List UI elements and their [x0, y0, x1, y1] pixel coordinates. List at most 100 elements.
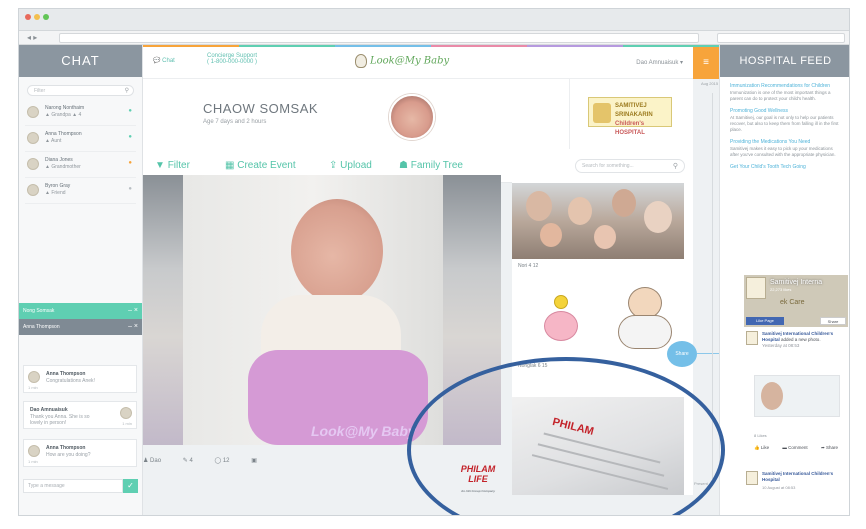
close-dot[interactable] — [25, 14, 31, 20]
user-dropdown[interactable]: Dao Amnuaisuk ▾ — [636, 59, 683, 66]
fb-share-button[interactable]: ➦ Share — [821, 445, 844, 450]
chat-nav-link[interactable]: 💬 Chat — [153, 57, 175, 64]
app-logo[interactable]: Look@My Baby — [355, 54, 449, 68]
chat-message: Anna Thompson How are you doing? 1 min — [23, 439, 137, 467]
fb-post-action: added a new photo. — [781, 337, 821, 342]
share-bubble[interactable]: Share — [667, 341, 697, 367]
concierge-phone: ( 1-800-000-0000 ) — [207, 59, 258, 65]
chat-search-input[interactable]: Filter ⚲ — [27, 85, 134, 96]
image-icon[interactable]: ▣ — [251, 458, 257, 464]
family-photo-meta: Nori 4 12 — [518, 263, 539, 269]
browser-search-field[interactable] — [717, 33, 845, 43]
window-controls-icon[interactable]: – × — [128, 303, 138, 319]
feed-article[interactable]: Promoting Good Wellness At Samitivej, ou… — [730, 108, 841, 133]
fb-post-author[interactable]: Samitivej International Children's Hospi… — [762, 471, 846, 483]
baby-profile-header: CHAOW SOMSAK Age 7 days and 2 hours — [143, 79, 569, 149]
fb-post-image[interactable] — [754, 375, 840, 417]
create-event-button[interactable]: ▦ Create Event — [225, 160, 296, 171]
message-text: Thank you Anna. She is so lovely in pers… — [30, 414, 90, 426]
pig-icon — [544, 311, 578, 341]
filter-button[interactable]: ▼ Filter — [155, 160, 190, 171]
avatar — [120, 407, 132, 419]
like-count[interactable]: ✎ 4 — [183, 458, 203, 464]
family-photo[interactable] — [512, 183, 684, 259]
avatar — [27, 132, 39, 144]
message-author: Dao Amnuaisuk — [30, 407, 68, 413]
chat-window-bar[interactable]: Anna Thompson – × — [19, 319, 142, 335]
message-time: 1 min — [28, 385, 38, 390]
baby-age: Age 7 days and 2 hours — [203, 119, 267, 125]
author-name: Dao — [150, 458, 162, 464]
post-search-input[interactable]: Search for something... ⚲ — [575, 159, 685, 173]
chat-message: Dao Amnuaisuk Thank you Anna. She is so … — [23, 401, 137, 429]
contact-relation: ▲ Grandpa ▲ 4 — [45, 112, 82, 118]
logo-text: Look@My Baby — [370, 55, 450, 67]
avatar — [27, 106, 39, 118]
contact-name: Narong Nonthaim — [45, 105, 85, 111]
photo-author[interactable]: ♟ Dao — [143, 458, 171, 464]
coin-icon — [554, 295, 568, 309]
fb-post-text: Samitivej International Children's Hospi… — [762, 331, 846, 349]
contact-item[interactable]: Narong Nonthaim ▲ Grandpa ▲ 4 ● — [25, 100, 136, 126]
avatar — [746, 471, 758, 485]
calendar-icon: ▦ — [225, 160, 238, 171]
contact-item[interactable]: Diana Jones ▲ Grandmother ● — [25, 152, 136, 178]
top-nav: 💬 Chat Concierge Support ( 1-800-000-000… — [143, 47, 693, 79]
baby-avatar[interactable] — [389, 94, 435, 140]
face — [540, 223, 562, 247]
feed-article[interactable]: Get Your Child's Tooth Tech Going — [730, 164, 841, 170]
avatar — [27, 184, 39, 196]
face — [761, 382, 783, 410]
concierge-support-link[interactable]: Concierge Support ( 1-800-000-0000 ) — [207, 53, 257, 65]
share-page-button[interactable]: Share — [820, 317, 846, 325]
status-dot-icon: ● — [128, 108, 132, 114]
status-dot-icon: ● — [128, 186, 132, 192]
message-text: How are you doing? — [46, 452, 91, 458]
chat-message-input[interactable]: Type a message — [23, 479, 123, 493]
hospital-feed-panel: HOSPITAL FEED Immunization Recommendatio… — [719, 45, 849, 515]
family-tree-button[interactable]: ☗ Family Tree — [399, 160, 463, 171]
contact-name: Byron Gray — [45, 183, 71, 189]
hospital-logo[interactable]: SAMITIVEJ SRINAKARIN Children's HOSPITAL — [588, 97, 672, 136]
comment-count[interactable]: ◯ 12 — [214, 458, 239, 464]
upload-button[interactable]: ⇪ Upload — [329, 160, 372, 171]
search-icon: ⚲ — [124, 88, 129, 94]
facebook-page-widget[interactable]: Samitivej Interna 22,273 likes ek Care L… — [744, 275, 848, 327]
menu-button[interactable]: ≡ — [693, 47, 719, 79]
maximize-dot[interactable] — [43, 14, 49, 20]
like-value: 4 — [189, 458, 193, 464]
hospital-name-line3: HOSPITAL — [615, 130, 645, 136]
fb-post-stats: 8 Likes — [754, 433, 767, 438]
comment-value: 12 — [222, 458, 230, 464]
fb-like-button[interactable]: 👍 Like — [754, 445, 775, 450]
contact-item[interactable]: Anna Thompson ▲ Aunt ● — [25, 126, 136, 152]
message-time: 1 min — [122, 421, 132, 426]
hospital-name-line1: SAMITIVEJ SRINAKARIN — [615, 103, 653, 118]
like-page-button[interactable]: Like Page — [746, 317, 784, 325]
fb-comment-button[interactable]: ▬ Comment — [782, 445, 813, 450]
upload-icon: ⇪ — [329, 160, 341, 171]
contact-relation: ▲ Friend — [45, 190, 66, 196]
fb-page-likes: 22,273 likes — [770, 287, 792, 292]
piggy-bank-sticker[interactable] — [540, 293, 582, 345]
contact-item[interactable]: Byron Gray ▲ Friend ● — [25, 178, 136, 204]
minimize-dot[interactable] — [34, 14, 40, 20]
chat-window-bar[interactable]: Nong Somsak – × — [19, 303, 142, 319]
back-forward-icon[interactable]: ◂ ▸ — [27, 33, 37, 43]
baby-name: CHAOW SOMSAK — [203, 101, 319, 116]
hospital-feed-title: HOSPITAL FEED — [720, 45, 849, 77]
chat-panel: CHAT Filter ⚲ Narong Nonthaim ▲ Grandpa … — [19, 45, 143, 515]
window-controls-icon[interactable]: – × — [128, 319, 138, 335]
baby-cartoon-sticker[interactable] — [608, 285, 680, 355]
chat-title: CHAT — [19, 45, 142, 77]
url-field[interactable] — [59, 33, 699, 43]
face — [568, 197, 592, 225]
feed-article[interactable]: Immunization Recommendations for Childre… — [730, 83, 841, 102]
bear-logo-icon — [355, 54, 367, 68]
photo-watermark: Look@My Baby — [311, 423, 416, 439]
contact-relation: ▲ Aunt — [45, 138, 62, 144]
family-icon: ☗ — [399, 160, 411, 171]
feed-article-text: At Samitivej, our goal is not only to he… — [730, 115, 839, 132]
feed-article[interactable]: Providing the Medications You Need Samit… — [730, 139, 841, 158]
send-button[interactable]: ✓ — [123, 479, 138, 493]
